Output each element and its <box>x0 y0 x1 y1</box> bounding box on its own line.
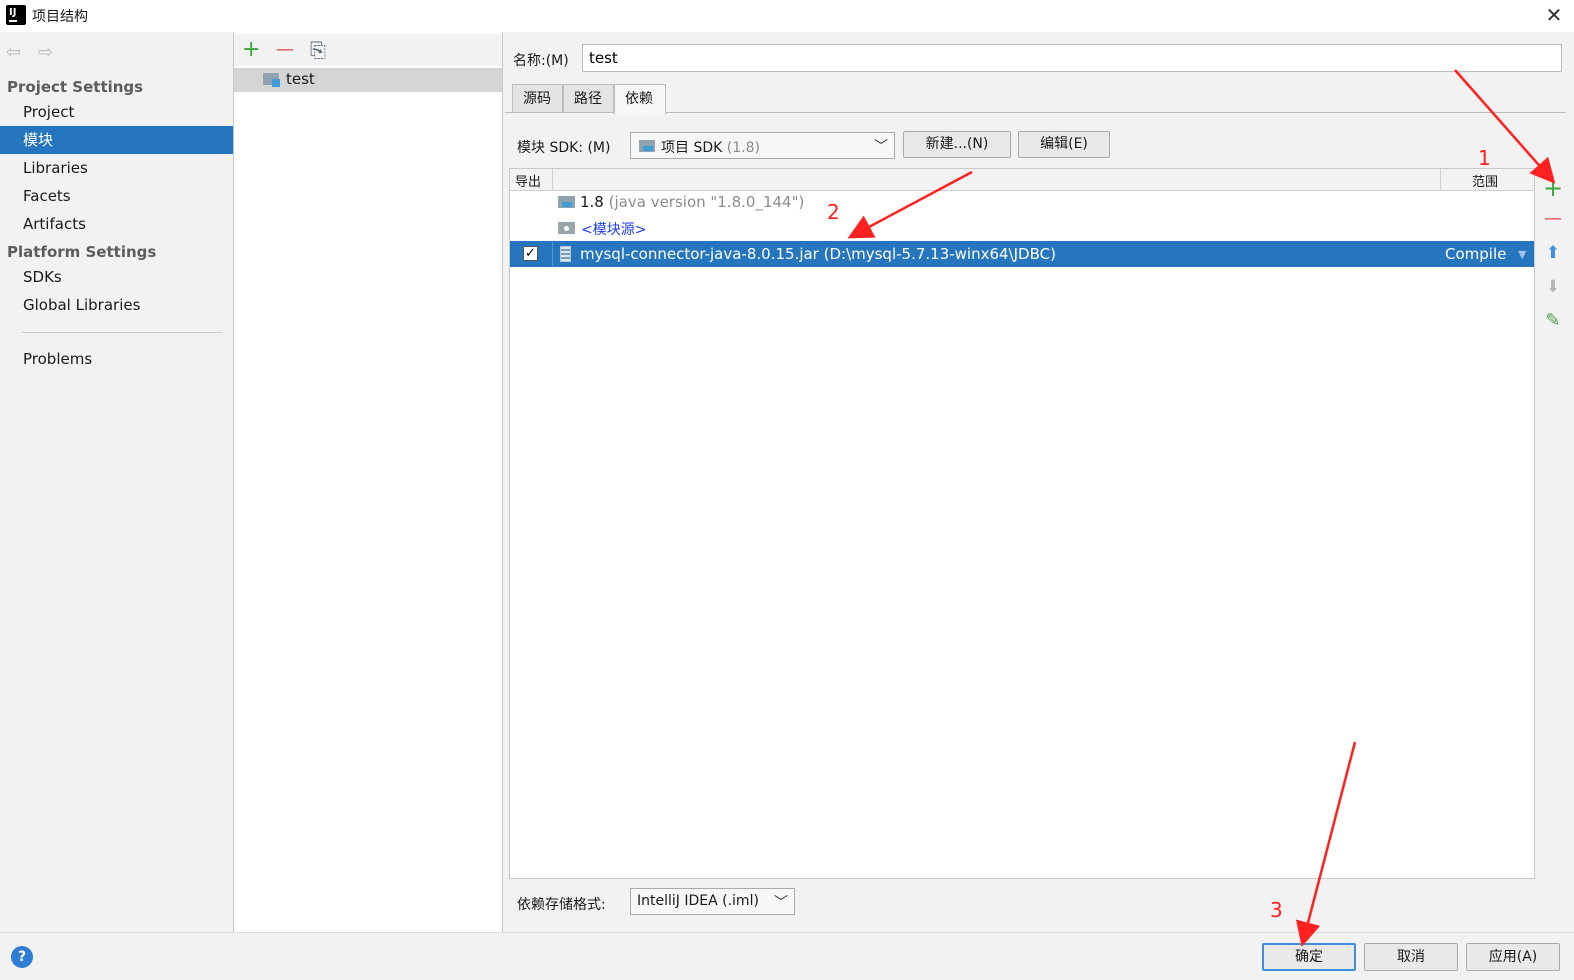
window-title: 项目结构 <box>32 9 88 25</box>
remove-dependency-icon[interactable]: — <box>1543 208 1563 229</box>
back-arrow-icon[interactable]: ⇦ <box>6 42 21 63</box>
chevron-down-icon: ▼ <box>1518 248 1527 261</box>
sidebar-item-artifacts[interactable]: Artifacts <box>0 210 233 238</box>
sdk-version: (1.8) <box>726 140 760 156</box>
module-list-panel <box>234 32 503 932</box>
module-toolbar <box>234 34 502 66</box>
add-module-icon[interactable]: + <box>242 38 260 62</box>
chevron-down-icon: ﹀ <box>774 895 788 911</box>
cancel-button[interactable]: 取消 <box>1364 943 1458 971</box>
forward-arrow-icon[interactable]: ⇨ <box>38 42 53 63</box>
intellij-logo-icon: IJ <box>5 4 27 26</box>
dependency-row-jdk[interactable]: 1.8 (java version "1.8.0_144") <box>580 193 804 211</box>
dependency-row-module-source[interactable]: <模块源> <box>581 219 646 239</box>
move-up-icon[interactable]: ⬆ <box>1543 243 1563 263</box>
apply-button[interactable]: 应用(A) <box>1466 943 1560 971</box>
sidebar-item-facets[interactable]: Facets <box>0 182 233 210</box>
dependency-scope-select[interactable]: Compile <box>1445 245 1506 263</box>
title-bar <box>0 0 1574 32</box>
new-sdk-button[interactable]: 新建...(N) <box>903 131 1011 158</box>
platform-settings-heading: Platform Settings <box>7 243 157 261</box>
remove-module-icon[interactable]: — <box>276 38 294 62</box>
sdk-name: 项目 SDK <box>661 140 723 156</box>
sidebar-item-problems[interactable]: Problems <box>0 345 233 373</box>
sidebar-item-global-libraries[interactable]: Global Libraries <box>0 291 233 319</box>
ok-button[interactable]: 确定 <box>1262 943 1356 971</box>
module-sdk-label: 模块 SDK: (M) <box>517 140 611 156</box>
storage-format-select[interactable]: IntelliJ IDEA (.iml) ﹀ <box>630 888 795 915</box>
sidebar-item-modules[interactable]: 模块 <box>0 126 233 154</box>
dependencies-table <box>509 168 1535 879</box>
move-down-icon[interactable]: ⬇ <box>1543 277 1563 297</box>
sdk-selected-value: 项目 SDK (1.8) <box>661 137 760 157</box>
column-separator <box>552 169 553 190</box>
module-sdk-select[interactable]: 项目 SDK (1.8) ﹀ <box>630 132 895 159</box>
tab-sources[interactable]: 源码 <box>512 84 563 112</box>
module-name-input[interactable] <box>582 44 1562 72</box>
jdk-name: 1.8 <box>580 193 604 211</box>
column-header-export[interactable]: 导出 <box>515 171 541 190</box>
sdk-folder-icon <box>639 140 655 152</box>
column-separator <box>552 241 553 267</box>
annotation-step-3: 3 <box>1270 898 1283 922</box>
sidebar-item-libraries[interactable]: Libraries <box>0 154 233 182</box>
edit-sdk-button[interactable]: 编辑(E) <box>1018 131 1110 158</box>
module-name: test <box>286 70 315 88</box>
storage-format-value: IntelliJ IDEA (.iml) <box>637 893 759 909</box>
storage-format-label: 依赖存储格式: <box>517 897 606 913</box>
jar-file-icon <box>560 246 571 262</box>
module-folder-icon <box>263 73 280 87</box>
tab-paths[interactable]: 路径 <box>563 84 614 112</box>
column-separator <box>1440 169 1441 190</box>
help-icon[interactable]: ? <box>11 946 33 968</box>
jdk-version-detail: (java version "1.8.0_144") <box>608 193 805 211</box>
export-checkbox[interactable]: ✓ <box>523 246 538 261</box>
dependency-name: mysql-connector-java-8.0.15.jar (D:\mysq… <box>580 245 1056 263</box>
sidebar-item-project[interactable]: Project <box>0 98 233 126</box>
annotation-step-2: 2 <box>827 200 840 224</box>
sidebar-divider <box>22 332 222 333</box>
name-label: 名称:(M) <box>513 53 569 69</box>
tab-dependencies[interactable]: 依赖 <box>614 84 666 114</box>
copy-module-icon[interactable]: ⎘ <box>310 38 326 62</box>
annotation-step-1: 1 <box>1478 146 1491 170</box>
project-settings-heading: Project Settings <box>7 78 144 96</box>
column-header-scope[interactable]: 范围 <box>1472 171 1498 190</box>
annotation-arrow-1 <box>1454 69 1556 184</box>
sidebar-item-sdks[interactable]: SDKs <box>0 263 233 291</box>
close-window-button[interactable]: ✕ <box>1540 2 1568 28</box>
add-dependency-icon[interactable]: + <box>1543 174 1563 202</box>
jdk-folder-icon <box>558 196 575 208</box>
module-source-folder-icon <box>558 222 575 234</box>
edit-pencil-icon[interactable]: ✎ <box>1543 310 1563 331</box>
chevron-down-icon: ﹀ <box>874 139 888 155</box>
dependencies-table-header <box>510 169 1534 191</box>
